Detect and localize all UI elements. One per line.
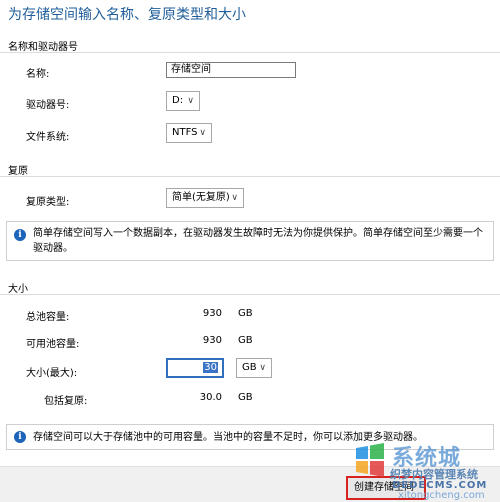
- windows-logo-icon: [356, 443, 384, 477]
- file-system-label: 文件系统:: [26, 132, 70, 143]
- drive-letter-label: 驱动器号:: [26, 100, 70, 111]
- size-unit-value: GB: [242, 362, 257, 373]
- resiliency-info-box: i 简单存储空间写入一个数据副本，在驱动器发生故障时无法为你提供保护。简单存储空…: [6, 221, 494, 261]
- size-unit-select[interactable]: GB ∨: [236, 358, 272, 378]
- max-size-value: 30: [203, 362, 218, 373]
- max-size-input[interactable]: 30: [166, 358, 224, 378]
- file-system-value: NTFS: [172, 127, 198, 138]
- total-capacity-label: 总池容量:: [26, 312, 70, 323]
- including-resiliency-unit: GB: [238, 392, 253, 403]
- info-icon: i: [14, 229, 26, 241]
- drive-letter-value: D:: [172, 95, 184, 106]
- including-resiliency-value: 30.0: [199, 392, 222, 403]
- available-capacity-label: 可用池容量:: [26, 339, 80, 350]
- file-system-select[interactable]: NTFS ∨: [166, 123, 212, 143]
- section-heading-size: 大小: [8, 284, 28, 295]
- available-capacity-value: 930: [202, 335, 222, 346]
- section-heading-name-drive: 名称和驱动器号: [8, 42, 78, 53]
- max-size-label: 大小(最大):: [26, 368, 78, 379]
- available-capacity-unit: GB: [238, 335, 253, 346]
- resiliency-type-select[interactable]: 简单(无复原) ∨: [166, 188, 244, 208]
- watermark-line3: xitongcheng.com: [398, 490, 485, 501]
- name-label: 名称:: [26, 69, 50, 80]
- resiliency-info-text: 简单存储空间写入一个数据副本，在驱动器发生故障时无法为你提供保护。简单存储空间至…: [33, 228, 483, 254]
- chevron-down-icon: ∨: [231, 193, 238, 203]
- section-rule: [0, 52, 500, 53]
- section-rule: [0, 176, 500, 177]
- info-icon: i: [14, 431, 26, 443]
- chevron-down-icon: ∨: [259, 363, 266, 373]
- name-input[interactable]: 存储空间: [166, 62, 296, 78]
- chevron-down-icon: ∨: [199, 128, 206, 138]
- drive-letter-select[interactable]: D: ∨: [166, 91, 200, 111]
- total-capacity-unit: GB: [238, 308, 253, 319]
- including-resiliency-label: 包括复原:: [44, 396, 88, 407]
- resiliency-type-value: 简单(无复原): [172, 192, 230, 203]
- section-rule: [0, 294, 500, 295]
- chevron-down-icon: ∨: [187, 96, 194, 106]
- section-heading-resiliency: 复原: [8, 166, 28, 177]
- total-capacity-value: 930: [202, 308, 222, 319]
- page-title: 为存储空间输入名称、复原类型和大小: [8, 7, 246, 23]
- resiliency-type-label: 复原类型:: [26, 197, 70, 208]
